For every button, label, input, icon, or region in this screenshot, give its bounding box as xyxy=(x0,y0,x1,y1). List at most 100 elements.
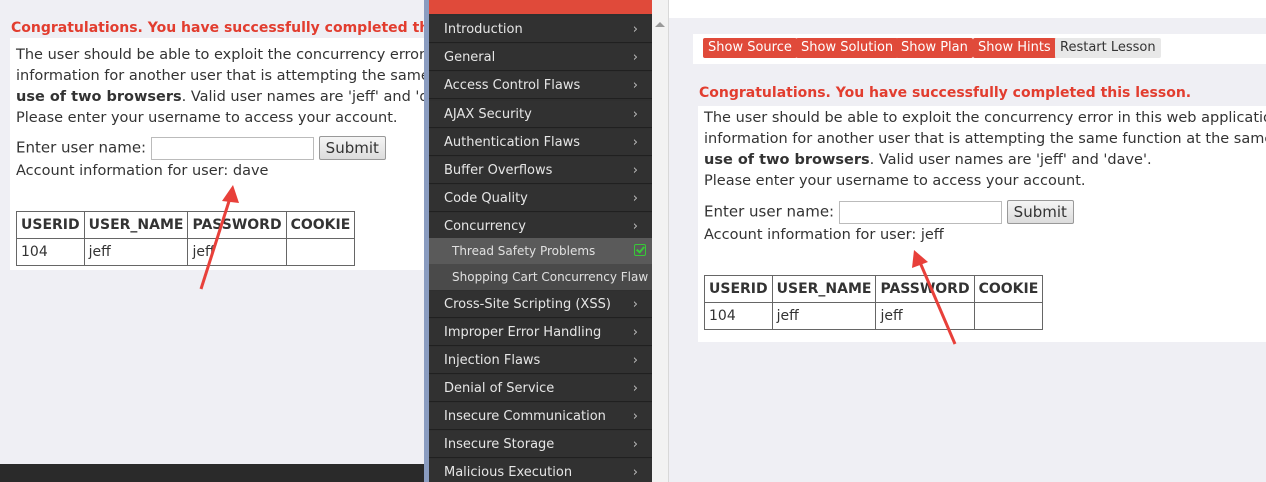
col-user-name: USER_NAME xyxy=(83,211,189,239)
table-row: 104 jeff jeff xyxy=(704,302,1044,330)
sidebar-scrollbar[interactable] xyxy=(652,0,669,482)
chevron-right-icon: › xyxy=(632,107,638,122)
sidebar-item-label: Malicious Execution xyxy=(444,465,573,480)
sidebar-item-ajax-security[interactable]: AJAX Security › xyxy=(429,101,652,128)
username-input[interactable] xyxy=(150,136,314,160)
lesson-sidebar: Introduction › General › Access Control Fl… xyxy=(424,0,652,482)
col-user-name: USER_NAME xyxy=(771,275,877,303)
cell-userid: 104 xyxy=(16,238,85,266)
col-password: PASSWORD xyxy=(187,211,287,239)
desc-bold: use of two browsers xyxy=(704,152,870,168)
submit-button[interactable]: Submit xyxy=(1006,200,1074,224)
cell-cookie xyxy=(285,238,356,266)
chevron-right-icon: › xyxy=(632,219,638,234)
sidebar-item-label: Code Quality xyxy=(444,191,528,206)
sidebar-item-label: Concurrency xyxy=(444,219,526,234)
cell-user-name: jeff xyxy=(771,302,877,330)
desc-line-1: The user should be able to exploit the c… xyxy=(16,47,424,63)
chevron-right-icon: › xyxy=(632,50,638,65)
sidebar-item-label: Introduction xyxy=(444,22,523,37)
chevron-right-icon: › xyxy=(632,297,638,312)
sidebar-item-label: Cross-Site Scripting (XSS) xyxy=(444,297,611,312)
sidebar-item-error-handling[interactable]: Improper Error Handling › xyxy=(429,319,652,346)
sidebar-item-code-quality[interactable]: Code Quality › xyxy=(429,185,652,212)
sidebar-item-label: Denial of Service xyxy=(444,381,555,396)
sidebar-subitem-label: Shopping Cart Concurrency Flaw xyxy=(452,270,649,284)
sidebar-item-insecure-storage[interactable]: Insecure Storage › xyxy=(429,431,652,458)
sidebar-item-concurrency[interactable]: Concurrency › xyxy=(429,213,652,240)
desc-line-1: The user should be able to exploit the c… xyxy=(704,110,1266,126)
sidebar-item-label: Injection Flaws xyxy=(444,353,541,368)
cell-cookie xyxy=(973,302,1044,330)
table-header-row: USERID USER_NAME PASSWORD COOKIE xyxy=(16,211,356,239)
show-hints-button[interactable]: Show Hints xyxy=(973,38,1056,58)
chevron-right-icon: › xyxy=(632,78,638,93)
desc-rest: . Valid user names are 'jeff' and 'dave'… xyxy=(869,152,1152,168)
col-userid: USERID xyxy=(16,211,85,239)
sidebar-item-buffer-overflows[interactable]: Buffer Overflows › xyxy=(429,157,652,184)
scroll-up-icon[interactable] xyxy=(655,22,665,27)
table-header-row: USERID USER_NAME PASSWORD COOKIE xyxy=(704,275,1044,303)
congrats-message: Congratulations. You have successfully c… xyxy=(11,20,424,36)
sidebar-item-label: Insecure Storage xyxy=(444,437,555,452)
col-userid: USERID xyxy=(704,275,773,303)
account-info: Account information for user: jeff xyxy=(704,227,944,243)
lesson-description: The user should be able to exploit the c… xyxy=(16,45,424,129)
submit-button[interactable]: Submit xyxy=(318,136,386,160)
sidebar-banner xyxy=(429,0,652,14)
taskbar xyxy=(0,464,424,482)
chevron-right-icon: › xyxy=(632,22,638,37)
sidebar-item-denial-of-service[interactable]: Denial of Service › xyxy=(429,375,652,402)
congrats-message: Congratulations. You have successfully c… xyxy=(699,85,1192,101)
left-browser-window: Congratulations. You have successfully c… xyxy=(0,0,424,482)
chevron-right-icon: › xyxy=(632,325,638,340)
table-row: 104 jeff jeff xyxy=(16,238,356,266)
col-password: PASSWORD xyxy=(875,275,975,303)
chevron-right-icon: › xyxy=(632,465,638,480)
desc-line-2: information for another user that is att… xyxy=(16,68,424,84)
restart-lesson-button[interactable]: Restart Lesson xyxy=(1055,38,1161,58)
show-source-button[interactable]: Show Source xyxy=(703,38,797,58)
main-content: Show Source Show Solution Show Plan Show… xyxy=(669,0,1266,482)
sidebar-subitem-label: Thread Safety Problems xyxy=(452,244,596,258)
sidebar-item-label: Buffer Overflows xyxy=(444,163,553,178)
desc-line-4: Please enter your username to access you… xyxy=(16,110,398,126)
account-info: Account information for user: dave xyxy=(16,163,269,179)
sidebar-item-insecure-communication[interactable]: Insecure Communication › xyxy=(429,403,652,430)
chevron-right-icon: › xyxy=(632,135,638,150)
sidebar-item-malicious-execution[interactable]: Malicious Execution › xyxy=(429,459,652,482)
username-form: Enter user name: Submit xyxy=(704,200,1074,224)
sidebar-item-injection-flaws[interactable]: Injection Flaws › xyxy=(429,347,652,374)
sidebar-subitem-thread-safety[interactable]: Thread Safety Problems xyxy=(429,238,652,264)
username-input[interactable] xyxy=(838,200,1002,224)
check-icon xyxy=(634,244,646,256)
chevron-right-icon: › xyxy=(632,353,638,368)
desc-bold: use of two browsers xyxy=(16,89,182,105)
sidebar-item-label: Access Control Flaws xyxy=(444,78,581,93)
top-bar xyxy=(669,0,1266,18)
chevron-right-icon: › xyxy=(632,437,638,452)
sidebar-item-label: Insecure Communication xyxy=(444,409,606,424)
sidebar-item-xss[interactable]: Cross-Site Scripting (XSS) › xyxy=(429,291,652,318)
sidebar-item-label: Improper Error Handling xyxy=(444,325,602,340)
sidebar-item-label: Authentication Flaws xyxy=(444,135,581,150)
show-plan-button[interactable]: Show Plan xyxy=(896,38,973,58)
username-label: Enter user name: xyxy=(704,202,835,221)
sidebar-subitem-shopping-cart[interactable]: Shopping Cart Concurrency Flaw xyxy=(429,264,652,290)
sidebar-item-label: General xyxy=(444,50,496,65)
desc-line-3: use of two browsers. Valid user names ar… xyxy=(16,87,424,108)
sidebar-item-general[interactable]: General › xyxy=(429,44,652,71)
col-cookie: COOKIE xyxy=(285,211,356,239)
account-table: USERID USER_NAME PASSWORD COOKIE 104 jef… xyxy=(704,275,1044,330)
show-solution-button[interactable]: Show Solution xyxy=(796,38,899,58)
chevron-right-icon: › xyxy=(632,409,638,424)
username-form: Enter user name: Submit xyxy=(16,136,386,160)
cell-password: jeff xyxy=(875,302,975,330)
account-table: USERID USER_NAME PASSWORD COOKIE 104 jef… xyxy=(16,211,356,266)
sidebar-item-access-control[interactable]: Access Control Flaws › xyxy=(429,72,652,99)
desc-line-2: information for another user that is att… xyxy=(704,131,1266,147)
sidebar-item-introduction[interactable]: Introduction › xyxy=(429,16,652,43)
chevron-right-icon: › xyxy=(632,381,638,396)
sidebar-item-authentication[interactable]: Authentication Flaws › xyxy=(429,129,652,156)
desc-line-3: use of two browsers. Valid user names ar… xyxy=(704,150,1266,171)
